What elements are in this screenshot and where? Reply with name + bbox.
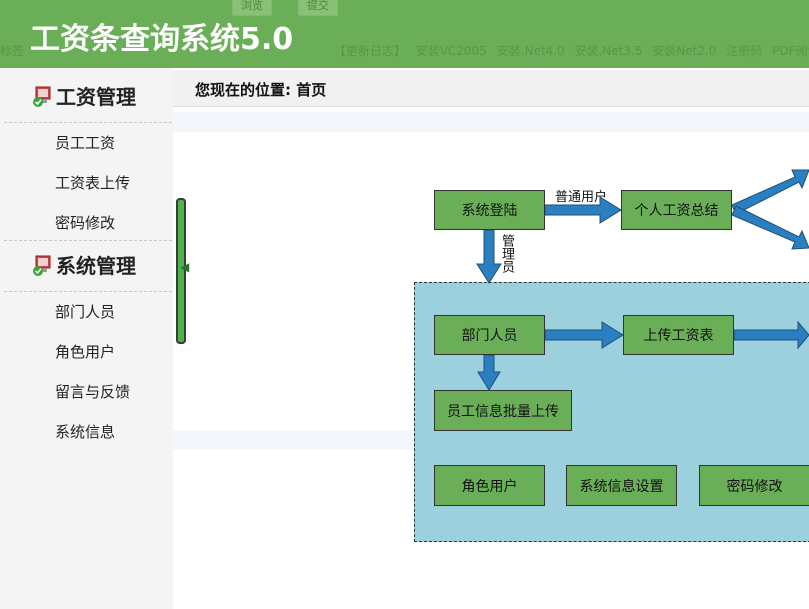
- arrow-summary-down: [731, 205, 809, 250]
- flow-node-upload[interactable]: 上传工资表: [623, 315, 734, 355]
- arrow-summary-up: [731, 169, 809, 215]
- flow-node-batch-upload[interactable]: 员工信息批量上传: [434, 390, 572, 431]
- arrow-upload-to-right: [733, 320, 809, 350]
- arrow-dept-to-upload: [544, 321, 624, 349]
- flow-node-password[interactable]: 密码修改: [699, 465, 809, 506]
- flow-node-summary[interactable]: 个人工资总结: [621, 190, 732, 230]
- arrow-dept-to-batch: [477, 354, 501, 391]
- edge-label-admin: 管理员: [499, 234, 514, 273]
- flow-node-login[interactable]: 系统登陆: [434, 190, 545, 230]
- flow-node-sysinfo[interactable]: 系统信息设置: [566, 465, 677, 506]
- flow-node-roles[interactable]: 角色用户: [434, 465, 545, 506]
- edge-label-normal-user: 普通用户: [555, 190, 608, 205]
- flow-arrows-shapes: [476, 169, 809, 391]
- flow-node-dept[interactable]: 部门人员: [434, 315, 545, 355]
